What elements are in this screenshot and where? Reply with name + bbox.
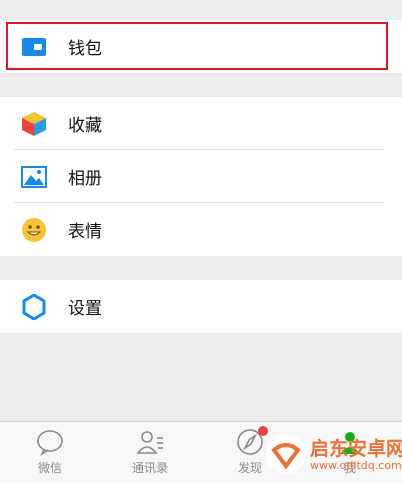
tab-contacts[interactable]: 通讯录 [100, 422, 200, 482]
menu-item-favorites[interactable]: 收藏 [0, 97, 402, 150]
cube-icon [20, 110, 48, 138]
menu-item-label: 收藏 [68, 116, 102, 136]
image-icon [20, 163, 48, 191]
watermark-url: www.qdltdq.com [310, 459, 402, 472]
chat-bubble-icon [35, 428, 65, 457]
watermark-logo-icon [266, 434, 306, 474]
site-watermark: 启东安卓网 www.qdltdq.com [262, 430, 402, 478]
tab-label: 通讯录 [131, 461, 168, 475]
menu-item-label: 相册 [68, 169, 102, 189]
watermark-name: 启东安卓网 [310, 438, 402, 460]
settings-group: 设置 [0, 280, 402, 333]
menu-item-stickers[interactable]: 表情 [0, 203, 402, 256]
smiley-icon [20, 216, 48, 244]
menu-item-album[interactable]: 相册 [0, 150, 402, 203]
menu-item-label: 设置 [68, 299, 102, 319]
tab-chats[interactable]: 微信 [0, 422, 100, 482]
menu-item-label: 表情 [68, 222, 102, 242]
collections-group: 收藏 相册 表情 [0, 97, 402, 256]
tab-label: 微信 [37, 461, 62, 475]
contacts-icon [135, 428, 165, 456]
menu-item-settings[interactable]: 设置 [0, 280, 402, 333]
gear-icon [20, 293, 48, 321]
wallet-highlight-box [6, 22, 388, 70]
